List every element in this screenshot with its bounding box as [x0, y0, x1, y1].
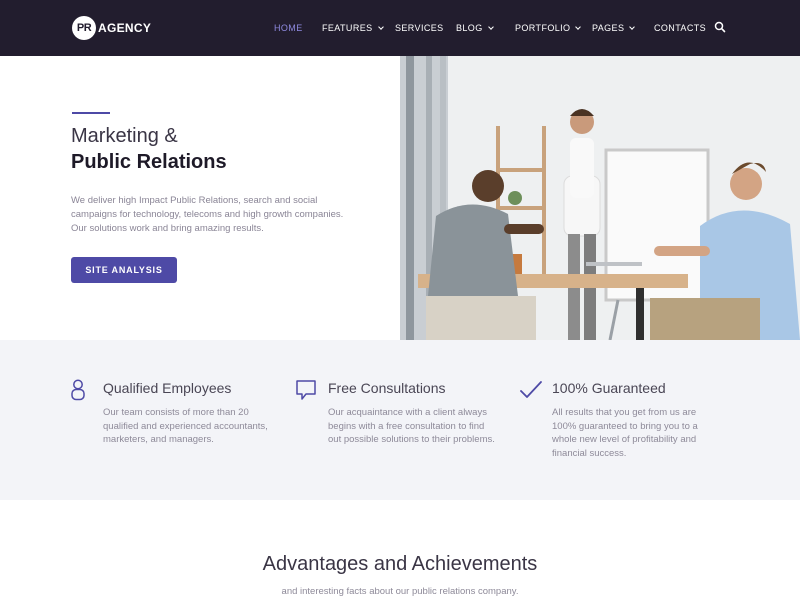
search-icon[interactable]: [714, 21, 726, 33]
main-nav: HOME FEATURES SERVICES BLOG PORTFOLIO PA…: [0, 0, 800, 56]
site-analysis-button[interactable]: SITE ANALYSIS: [71, 257, 177, 283]
nav-home[interactable]: HOME: [274, 21, 303, 35]
feature-text-qualified: Our team consists of more than 20 qualif…: [103, 407, 268, 445]
feature-text-consultations: Our acquaintance with a client always be…: [328, 407, 495, 445]
nav-services-label: SERVICES: [395, 23, 444, 33]
nav-contacts-label: CONTACTS: [654, 23, 707, 33]
chevron-down-icon: [575, 23, 582, 30]
advantages-subtitle: and interesting facts about our public r…: [281, 586, 519, 597]
chevron-down-icon: [377, 23, 384, 30]
feature-title-consultations: Free Consultations: [328, 380, 446, 396]
feature-title-qualified: Qualified Employees: [103, 380, 232, 396]
feature-text-guaranteed: All results that you get from us are 100…: [552, 407, 698, 459]
nav-portfolio[interactable]: PORTFOLIO: [515, 21, 582, 35]
chevron-down-icon: [629, 23, 636, 30]
checkmark-icon: [520, 381, 542, 398]
nav-features[interactable]: FEATURES: [322, 21, 384, 35]
nav-features-label: FEATURES: [322, 23, 373, 33]
nav-portfolio-label: PORTFOLIO: [515, 23, 571, 33]
advantages-title: Advantages and Achievements: [262, 553, 538, 575]
nav-home-label: HOME: [274, 23, 303, 33]
chat-bubble-icon: [296, 380, 316, 400]
office-meeting-illustration: [400, 56, 800, 340]
chevron-down-icon: [487, 23, 494, 30]
hero-accent-line: [72, 112, 110, 114]
site-header: PR AGENCY HOME FEATURES SERVICES BLOG PO…: [0, 0, 800, 56]
nav-pages[interactable]: PAGES: [592, 21, 636, 35]
hero-title-line1: Marketing &: [71, 125, 178, 147]
nav-services[interactable]: SERVICES: [395, 21, 444, 35]
hero-title-line2: Public Relations: [71, 151, 227, 173]
hero-image: [400, 56, 800, 340]
nav-pages-label: PAGES: [592, 23, 625, 33]
hero-description: We deliver high Impact Public Relations,…: [71, 195, 344, 234]
nav-blog-label: BLOG: [456, 23, 483, 33]
feature-title-guaranteed: 100% Guaranteed: [552, 380, 666, 396]
nav-contacts[interactable]: CONTACTS: [654, 21, 706, 35]
user-icon: [71, 379, 85, 401]
nav-blog[interactable]: BLOG: [456, 21, 494, 35]
